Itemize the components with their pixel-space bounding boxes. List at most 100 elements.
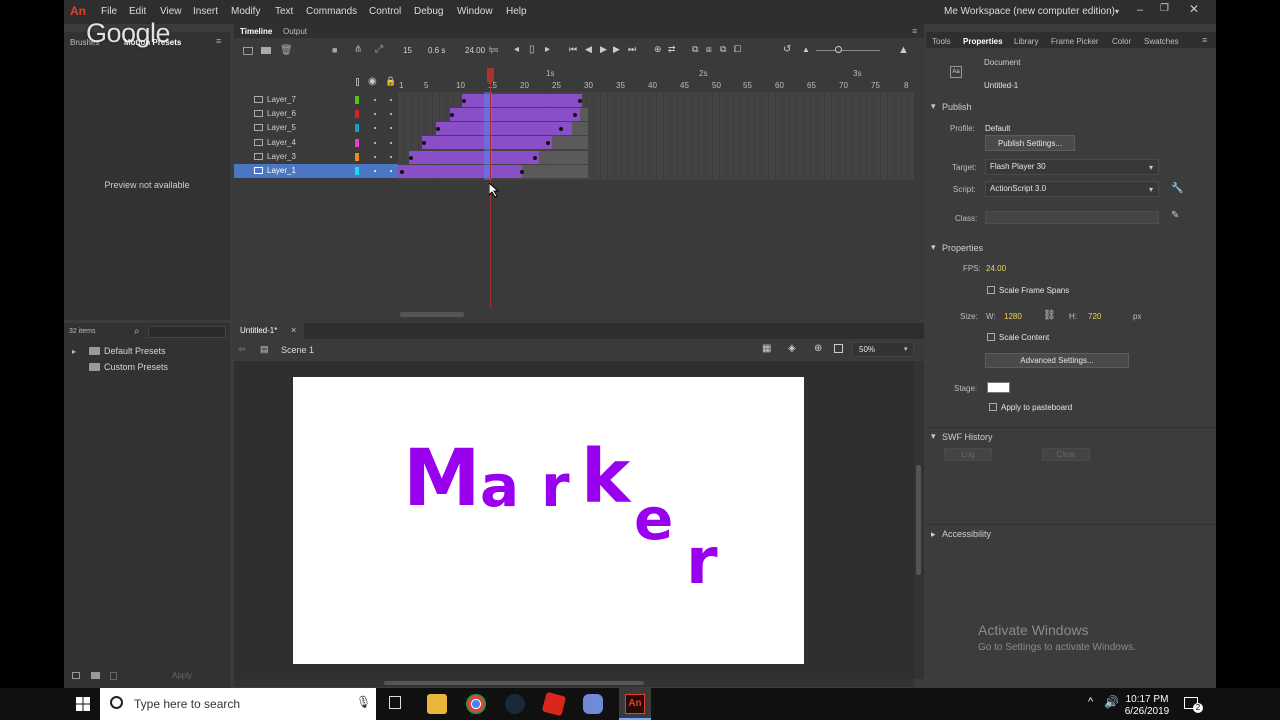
stage-letter[interactable]: a [480,457,519,515]
play-icon[interactable]: ▶ [600,44,607,55]
clip-stage-icon[interactable] [834,344,843,353]
tab-library[interactable]: Library [1014,37,1038,46]
minimize-icon[interactable]: – [1137,4,1143,16]
static-frames[interactable] [572,122,588,135]
log-button[interactable]: Log [944,448,992,461]
loop-playback-icon[interactable]: ⇄ [668,44,676,55]
apply-to-pasteboard-checkbox[interactable] [989,403,997,411]
layer-color-chip[interactable] [355,153,359,161]
chevron-down-icon[interactable]: ▾ [1149,161,1153,175]
visibility-dot[interactable] [374,142,376,144]
layer-name[interactable]: Layer_6 [267,109,296,118]
keyframe[interactable] [436,127,440,131]
reset-icon[interactable]: ↺ [783,44,791,55]
document-tab[interactable]: Untitled-1* × [234,323,304,339]
menu-edit[interactable]: Edit [129,6,146,17]
search-icon[interactable]: ⌕ [134,326,140,337]
tween-span[interactable] [398,165,522,178]
new-preset-icon[interactable] [72,672,80,679]
layer-name[interactable]: Layer_4 [267,138,296,147]
layer-color-chip[interactable] [355,124,359,132]
vertical-scroll-thumb[interactable] [916,465,921,575]
scene-name[interactable]: Scene 1 [281,345,314,355]
chevron-right-icon[interactable]: ▸ [72,347,76,356]
menu-control[interactable]: Control [369,6,401,17]
chevron-down-icon[interactable]: ▾ [1149,183,1153,197]
close-icon[interactable]: ✕ [1189,2,1199,16]
panel-menu-icon[interactable]: ≡ [1202,35,1207,45]
tab-color[interactable]: Color [1112,37,1131,46]
stage-letter[interactable]: r [686,530,718,594]
panel-menu-icon[interactable]: ≡ [912,26,917,36]
lock-icon[interactable]: 🔒 [385,76,396,87]
roblox-icon[interactable] [541,691,567,717]
layer-color-chip[interactable] [355,96,359,104]
chevron-down-icon[interactable]: ▾ [931,101,936,112]
lock-dot[interactable] [390,156,392,158]
camera-icon[interactable]: ■ [332,45,337,55]
tween-span[interactable] [409,151,539,164]
visibility-dot[interactable] [374,127,376,129]
tab-tools[interactable]: Tools [932,37,951,46]
step-back-icon[interactable]: ◂ [514,44,519,55]
stage-canvas[interactable] [293,377,804,664]
layer-row-3[interactable]: Layer_3 [234,150,398,164]
onion-outline-icon[interactable]: ⧈ [706,44,712,55]
static-frames[interactable] [539,151,588,164]
task-view-icon[interactable] [389,696,401,709]
keyframe[interactable] [462,99,466,103]
layer-name[interactable]: Layer_3 [267,152,296,161]
chrome-icon[interactable] [466,694,486,714]
playhead-handle[interactable] [487,68,494,82]
timeline-scrollbar[interactable] [400,312,464,317]
zoom-in-icon[interactable]: ▲ [898,44,909,56]
tab-timeline[interactable]: Timeline [240,27,272,36]
tab-properties[interactable]: Properties [963,37,1003,46]
folder-default-presets[interactable]: Default Presets [104,346,166,356]
center-frame-icon[interactable]: ⊕ [654,44,662,55]
center-stage-icon[interactable]: ⊕ [814,343,822,354]
zoom-select[interactable]: 50% ▾ [852,342,914,357]
parenting-icon[interactable]: ⋔ [354,44,362,55]
menu-debug[interactable]: Debug [414,6,443,17]
visibility-dot[interactable] [374,156,376,158]
edit-scene-icon[interactable]: ▦ [762,343,771,354]
zoom-slider[interactable] [816,50,880,51]
menu-view[interactable]: View [160,6,182,17]
class-input[interactable] [985,211,1159,224]
keyframe[interactable] [400,170,404,174]
close-tab-icon[interactable]: × [291,325,296,335]
layer-row-1-selected[interactable]: Layer_1 [234,164,398,178]
highlight-icon[interactable] [356,78,359,86]
zoom-out-icon[interactable]: ▲ [802,45,810,54]
layer-row-6[interactable]: Layer_6 [234,107,398,121]
stage-letter[interactable]: e [634,490,673,548]
lock-dot[interactable] [390,113,392,115]
animate-taskbar-button[interactable]: An [619,688,651,720]
clock-date[interactable]: 6/26/2019 [1122,706,1172,717]
stage-letter[interactable]: M [403,440,481,518]
volume-icon[interactable]: 🔊 [1104,695,1119,709]
discord-icon[interactable] [583,694,603,714]
static-frames[interactable] [552,136,588,149]
visibility-dot[interactable] [374,113,376,115]
edit-symbols-icon[interactable]: ◈ [788,343,796,354]
new-folder-icon[interactable] [261,47,271,54]
swf-history-header[interactable]: SWF History [942,432,993,442]
zoom-value[interactable]: 50% [859,345,875,354]
target-select[interactable]: Flash Player 30 ▾ [985,159,1159,175]
horizontal-scroll-thumb[interactable] [384,681,644,685]
step-forward-icon[interactable]: ▸ [545,44,550,55]
menu-help[interactable]: Help [506,6,527,17]
modify-markers-icon[interactable]: ⧠ [734,44,741,55]
workspace-switcher[interactable]: Me Workspace (new computer edition) [944,6,1115,17]
restore-icon[interactable]: ❐ [1160,3,1169,14]
keyframe[interactable] [450,113,454,117]
microphone-icon[interactable]: 🎙 [356,695,371,709]
advanced-settings-button[interactable]: Advanced Settings... [985,353,1129,368]
menu-commands[interactable]: Commands [306,6,357,17]
current-frame[interactable]: 15 [403,46,412,55]
layer-name[interactable]: Layer_5 [267,123,296,132]
windows-start-icon[interactable] [76,697,90,711]
back-arrow-icon[interactable]: ⇦ [238,344,246,355]
